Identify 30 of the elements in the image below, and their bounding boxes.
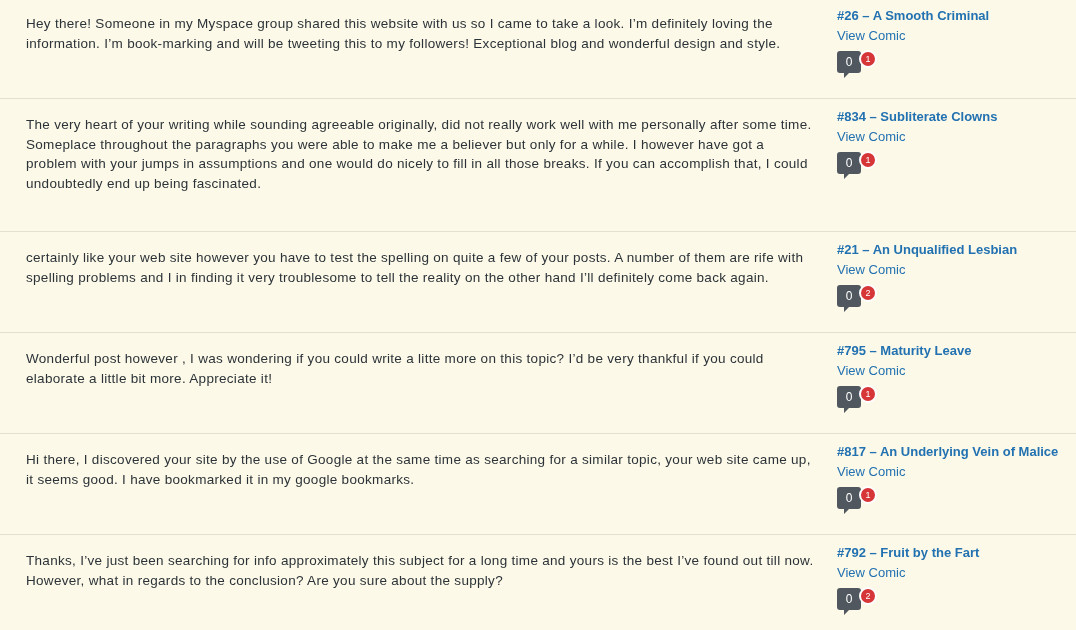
comment-text: Thanks, I’ve just been searching for info approximately this subject for a long time and yours is the best I’ve found out till now. However, what in regards to the conclusion? Are you sure about the supply? [26, 552, 815, 590]
pending-comments-count[interactable]: 1 [859, 151, 877, 169]
view-comic-link[interactable]: View Comic [837, 461, 906, 481]
post-title-link[interactable]: #792 – Fruit by the Fart [837, 543, 980, 563]
post-title-link[interactable]: #817 – An Underlying Vein of Malice [837, 442, 1059, 462]
approved-comments-count[interactable]: 0 [837, 588, 861, 615]
pending-comments-count[interactable]: 1 [859, 385, 877, 403]
view-comic-link[interactable]: View Comic [837, 562, 906, 582]
comment-text: certainly like your web site however you have to test the spelling on quite a few of your posts. A number of them are rife with spelling problems and I in finding it very troublesome to tell the reality on the other hand I’ll definitely come back again. [26, 249, 805, 287]
approved-comments-count[interactable]: 0 [837, 51, 861, 78]
post-title-link[interactable]: #21 – An Unqualified Lesbian [837, 240, 1018, 260]
comment-text: Hey there! Someone in my Myspace group shared this website with us so I came to take a look. I’m definitely loving the information. I’m book-marking and will be tweeting this to my followers! Exceptional blog and wonderful design and style. [26, 15, 782, 53]
pending-comments-count[interactable]: 1 [859, 486, 877, 504]
view-comic-link[interactable]: View Comic [837, 25, 906, 45]
view-comic-link[interactable]: View Comic [837, 259, 906, 279]
post-title-link[interactable]: #795 – Maturity Leave [837, 341, 972, 361]
pending-comments-count[interactable]: 1 [859, 50, 877, 68]
post-title-link[interactable]: #26 – A Smooth Criminal [837, 6, 990, 26]
approved-comments-count[interactable]: 0 [837, 386, 861, 413]
post-title-link[interactable]: #834 – Subliterate Clowns [837, 107, 998, 127]
comment-text: Wonderful post however , I was wondering if you could write a litte more on this topic? I’d be very thankful if you could elaborate a little bit more. Appreciate it! [26, 350, 765, 388]
view-comic-link[interactable]: View Comic [837, 360, 906, 380]
approved-comments-count[interactable]: 0 [837, 285, 861, 312]
pending-comments-count[interactable]: 2 [859, 284, 877, 302]
approved-comments-count[interactable]: 0 [837, 152, 861, 179]
pending-comments-count[interactable]: 2 [859, 587, 877, 605]
approved-comments-count[interactable]: 0 [837, 487, 861, 514]
comment-text: The very heart of your writing while sounding agreeable originally, did not really work well with me personally after some time. Someplace throughout the paragraphs you were able to make me a believer but only for a while. I however have got a problem with your jumps in assumptions and one would do nicely to fill in all those breaks. If you can accomplish that, I could undoubtedly end up being fascinated. [26, 116, 813, 193]
view-comic-link[interactable]: View Comic [837, 126, 906, 146]
comment-text: Hi there, I discovered your site by the use of Google at the same time as searching for a similar topic, your web site came up, it seems good. I have bookmarked it in my google bookmarks. [26, 451, 812, 489]
